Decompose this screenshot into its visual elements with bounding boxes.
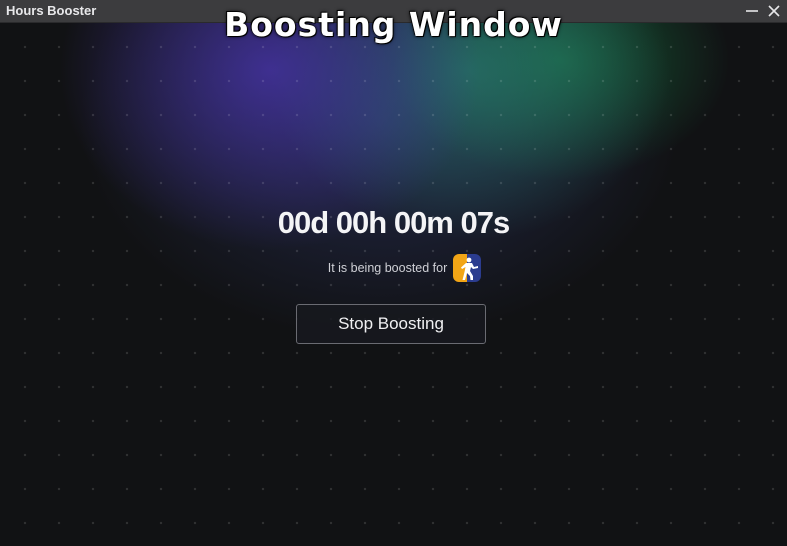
dot-grid-background bbox=[0, 22, 787, 546]
boost-status-label: It is being boosted for bbox=[327, 261, 448, 275]
app-window: Hours Booster Boosting Window 00d 00h 00… bbox=[0, 0, 787, 546]
page-title: Boosting Window bbox=[224, 5, 563, 44]
game-icon bbox=[453, 254, 482, 282]
boost-timer: 00d 00h 00m 07s bbox=[277, 205, 510, 240]
boost-status: It is being boosted for bbox=[0, 254, 787, 282]
stop-boosting-button[interactable]: Stop Boosting bbox=[296, 304, 486, 344]
